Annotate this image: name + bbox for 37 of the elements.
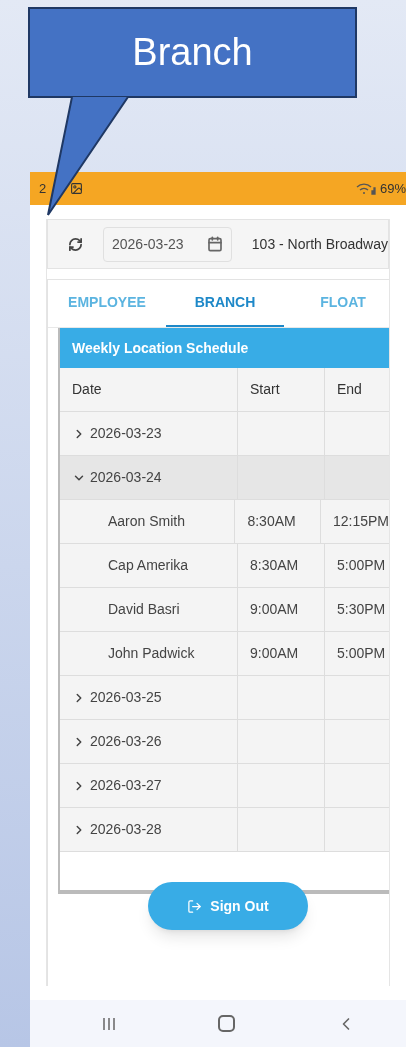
image-icon <box>70 182 84 195</box>
start-cell-text: 8:30AM <box>250 556 299 575</box>
start-cell-text: 9:00AM <box>250 600 299 619</box>
employee-cell-text: Cap Amerika <box>108 556 189 575</box>
start-cell-text: 8:30AM <box>247 512 296 531</box>
date-cell-text: 2026-03-28 <box>90 820 162 839</box>
employee-cell-text: John Padwick <box>108 644 195 663</box>
start-cell-text: 9:00AM <box>250 644 299 663</box>
date-cell-text: 2026-03-25 <box>90 688 162 707</box>
date-cell-text: 2026-03-26 <box>90 732 162 751</box>
status-time: 2 <box>39 179 47 198</box>
end-cell-text: 5:00PM <box>337 556 386 575</box>
battery-level: 69% <box>379 179 406 198</box>
date-cell-text: 2026-03-23 <box>90 424 162 443</box>
refresh-icon[interactable] <box>68 236 83 252</box>
sign-out-button[interactable]: Sign Out <box>148 882 308 930</box>
callout-text: Branch <box>132 30 253 75</box>
branch-name: 103 - North Broadway <box>251 234 388 254</box>
end-cell-text: 5:30PM <box>337 600 386 619</box>
column-header: End <box>337 380 362 399</box>
home-icon[interactable] <box>217 1015 235 1032</box>
employee-cell-text: Aaron Smith <box>108 512 186 531</box>
column-header: Date <box>72 380 102 399</box>
employee-cell-text: David Basri <box>108 600 180 619</box>
end-cell-text: 12:15PM <box>332 512 389 531</box>
calendar-icon[interactable] <box>206 236 223 252</box>
end-cell-text: 5:00PM <box>337 644 386 663</box>
recent-apps-icon[interactable] <box>100 1015 117 1032</box>
sign-out-icon <box>187 898 203 914</box>
tab[interactable]: EMPLOYEE <box>48 280 166 327</box>
date-field[interactable]: 2026-03-23 <box>103 226 232 262</box>
wifi-icon <box>355 182 376 195</box>
date-cell-text: 2026-03-27 <box>90 776 162 795</box>
date-cell-text: 2026-03-24 <box>90 468 162 487</box>
tab[interactable]: FLOAT <box>284 280 402 327</box>
column-header: Start <box>250 380 280 399</box>
table-title: Weekly Location Schedule <box>72 338 249 358</box>
